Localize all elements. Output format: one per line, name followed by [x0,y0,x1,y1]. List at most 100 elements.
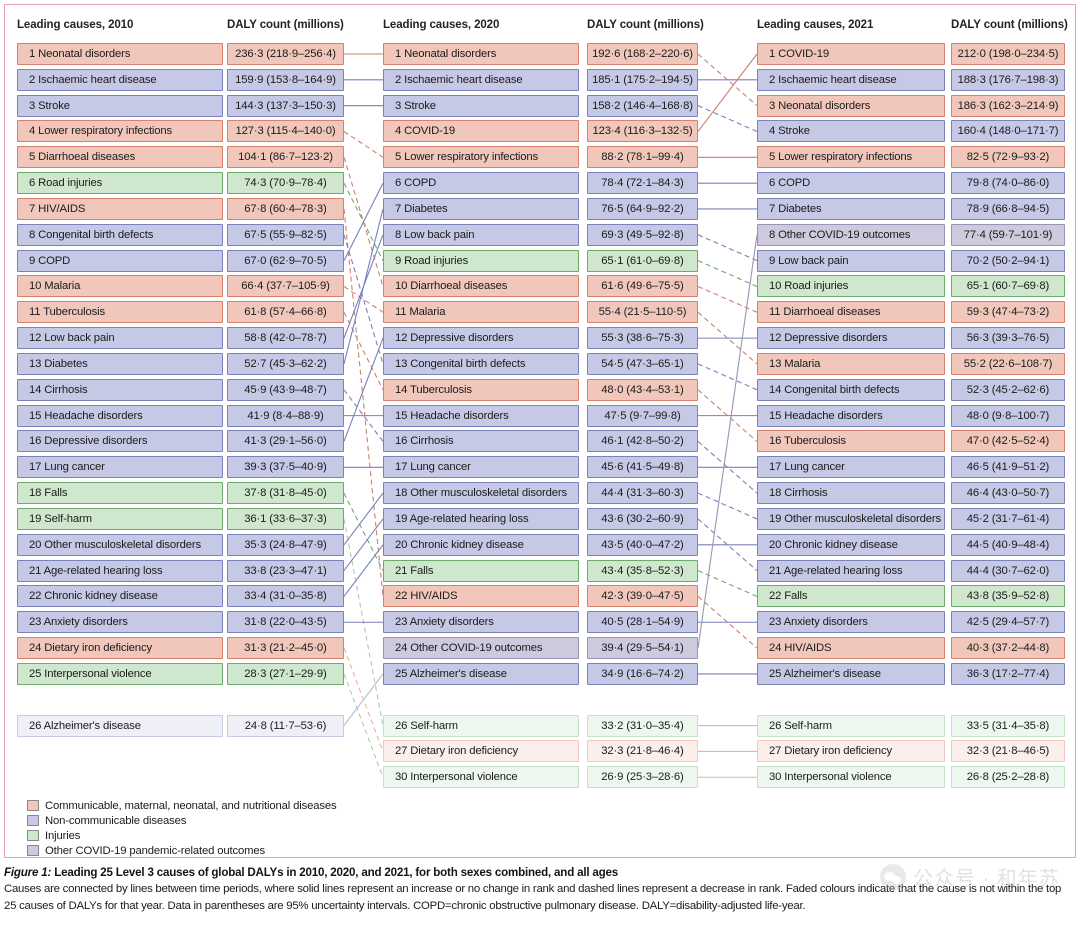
daly-value-cell: 77·4 (59·7–101·9) [951,223,1065,246]
cause-cell: 26 Self-harm [757,714,945,737]
daly-value-cell: 70·2 (50·2–94·1) [951,249,1065,272]
cause-cell: 18 Cirrhosis [757,482,945,505]
table-row: 9 Low back pain 70·2 (50·2–94·1) [5,249,1077,272]
cause-cell: 30 Interpersonal violence [757,766,945,789]
figure-panel: Leading causes, 2010 DALY count (millions… [4,4,1076,858]
table-row: 26 Self-harm 33·5 (31·4–35·8) [5,714,1077,737]
daly-value-cell: 44·5 (40·9–48·4) [951,533,1065,556]
cause-cell: 17 Lung cancer [757,456,945,479]
cause-cell: 16 Tuberculosis [757,430,945,453]
legend-label: Other COVID-19 pandemic-related outcomes [45,844,266,857]
daly-value-cell: 56·3 (39·3–76·5) [951,327,1065,350]
daly-value-cell: 55·2 (22·6–108·7) [951,352,1065,375]
table-row: 24 HIV/AIDS 40·3 (37·2–44·8) [5,637,1077,660]
table-row: 6 COPD 79·8 (74·0–86·0) [5,172,1077,195]
cause-cell: 12 Depressive disorders [757,327,945,350]
figure-caption: Figure 1: Leading 25 Level 3 causes of g… [4,866,1072,914]
cause-cell: 14 Congenital birth defects [757,378,945,401]
table-row: 20 Chronic kidney disease 44·5 (40·9–48·4… [5,533,1077,556]
cause-cell: 1 COVID-19 [757,43,945,65]
caption-title: Figure 1: Leading 25 Level 3 causes of g… [4,866,1072,879]
cause-cell: 20 Chronic kidney disease [757,533,945,556]
cause-cell: 7 Diabetes [757,197,945,220]
caption-label: Figure 1: [4,866,52,879]
daly-value-cell: 186·3 (162·3–214·9) [951,94,1065,117]
daly-value-cell: 33·5 (31·4–35·8) [951,714,1065,737]
daly-value-cell: 82·5 (72·9–93·2) [951,146,1065,169]
daly-value-cell: 188·3 (176·7–198·3) [951,68,1065,91]
column-header-cause-2010: Leading causes, 2010 [17,19,134,31]
table-row: 11 Diarrhoeal diseases 59·3 (47·4–73·2) [5,301,1077,324]
legend-label: Communicable, maternal, neonatal, and nu… [45,799,337,812]
legend-swatch-icon [27,830,39,842]
cause-cell: 15 Headache disorders [757,404,945,427]
daly-value-cell: 26·8 (25·2–28·8) [951,766,1065,789]
table-row: 16 Tuberculosis 47·0 (42·5–52·4) [5,430,1077,453]
table-row: 23 Anxiety disorders 42·5 (29·4–57·7) [5,611,1077,634]
table-row: 1 COVID-19 212·0 (198·0–234·5) [5,43,1077,65]
table-row: 14 Congenital birth defects 52·3 (45·2–62… [5,378,1077,401]
cause-cell: 23 Anxiety disorders [757,611,945,634]
table-row: 3 Neonatal disorders 186·3 (162·3–214·9) [5,94,1077,117]
cause-cell: 25 Alzheimer's disease [757,662,945,685]
cause-cell: 9 Low back pain [757,249,945,272]
cause-cell: 11 Diarrhoeal diseases [757,301,945,324]
cause-cell: 3 Neonatal disorders [757,94,945,117]
table-row: 7 Diabetes 78·9 (66·8–94·5) [5,197,1077,220]
daly-value-cell: 212·0 (198·0–234·5) [951,43,1065,65]
cause-cell: 22 Falls [757,585,945,608]
daly-value-cell: 160·4 (148·0–171·7) [951,120,1065,143]
daly-value-cell: 59·3 (47·4–73·2) [951,301,1065,324]
table-row: 17 Lung cancer 46·5 (41·9–51·2) [5,456,1077,479]
table-row: 2 Ischaemic heart disease 188·3 (176·7–19… [5,68,1077,91]
legend-item-ncd: Non-communicable diseases [27,813,336,828]
cause-cell: 24 HIV/AIDS [757,637,945,660]
daly-value-cell: 42·5 (29·4–57·7) [951,611,1065,634]
legend-item-covidoth: Other COVID-19 pandemic-related outcomes [27,843,336,858]
daly-value-cell: 36·3 (17·2–77·4) [951,662,1065,685]
category-legend: Communicable, maternal, neonatal, and nu… [27,798,337,858]
table-row: 13 Malaria 55·2 (22·6–108·7) [5,352,1077,375]
table-row: 22 Falls 43·8 (35·9–52·8) [5,585,1077,608]
caption-body: Causes are connected by lines between ti… [4,883,1062,912]
legend-item-cmnn: Communicable, maternal, neonatal, and nu… [27,798,337,813]
column-header-cause-2021: Leading causes, 2021 [757,19,874,31]
daly-value-cell: 46·4 (43·0–50·7) [951,482,1065,505]
legend-item-inj: Injuries [27,828,336,843]
daly-value-cell: 78·9 (66·8–94·5) [951,197,1065,220]
table-row: 4 Stroke 160·4 (148·0–171·7) [5,120,1077,143]
daly-value-cell: 46·5 (41·9–51·2) [951,456,1065,479]
table-row: 8 Other COVID-19 outcomes 77·4 (59·7–101·… [5,223,1077,246]
table-row: 19 Other musculoskeletal disorders 45·2 (… [5,507,1077,530]
daly-value-cell: 43·8 (35·9–52·8) [951,585,1065,608]
table-row: 10 Road injuries 65·1 (60·7–69·8) [5,275,1077,298]
cause-cell: 27 Dietary iron deficiency [757,740,945,763]
legend-label: Non-communicable diseases [45,814,187,827]
daly-value-cell: 79·8 (74·0–86·0) [951,172,1065,195]
daly-value-cell: 52·3 (45·2–62·6) [951,378,1065,401]
daly-value-cell: 47·0 (42·5–52·4) [951,430,1065,453]
cause-cell: 8 Other COVID-19 outcomes [757,223,945,246]
legend-label: Injuries [45,829,81,842]
column-header-value-2021: DALY count (millions) [951,19,1068,31]
daly-value-cell: 48·0 (9·8–100·7) [951,404,1065,427]
cause-cell: 2 Ischaemic heart disease [757,68,945,91]
cause-cell: 5 Lower respiratory infections [757,146,945,169]
column-header-value-2010: DALY count (millions) [227,19,344,31]
table-row: 27 Dietary iron deficiency 32·3 (21·8–46·… [5,740,1077,763]
table-row: 18 Cirrhosis 46·4 (43·0–50·7) [5,482,1077,505]
cause-cell: 19 Other musculoskeletal disorders [757,507,945,530]
legend-swatch-icon [27,815,39,827]
daly-value-cell: 40·3 (37·2–44·8) [951,637,1065,660]
cause-cell: 4 Stroke [757,120,945,143]
legend-swatch-icon [27,845,39,857]
daly-value-cell: 44·4 (30·7–62·0) [951,559,1065,582]
table-row: 5 Lower respiratory infections 82·5 (72·9… [5,146,1077,169]
cause-cell: 6 COPD [757,172,945,195]
column-header-value-2020: DALY count (millions) [587,19,704,31]
cause-cell: 10 Road injuries [757,275,945,298]
daly-value-cell: 65·1 (60·7–69·8) [951,275,1065,298]
cause-cell: 13 Malaria [757,352,945,375]
column-header-cause-2020: Leading causes, 2020 [383,19,500,31]
figure-page: Leading causes, 2010 DALY count (millions… [0,0,1080,926]
